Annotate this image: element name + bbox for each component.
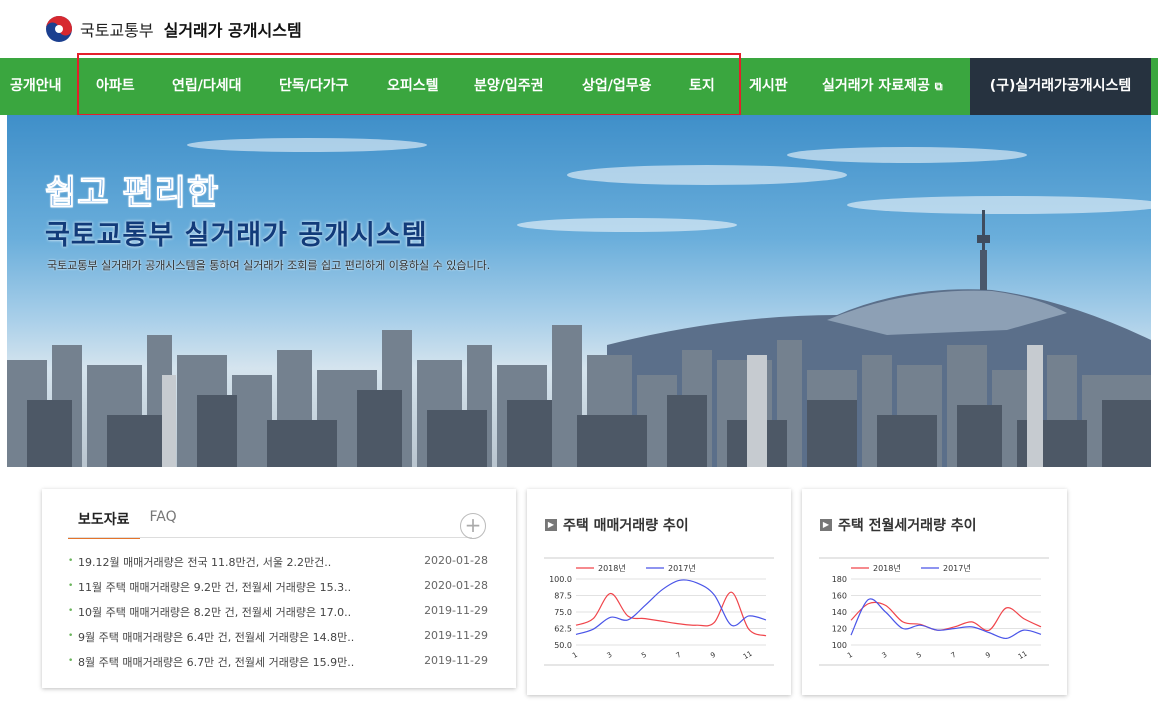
hero-title-line1: 쉽고 편리한 (44, 173, 220, 214)
nav-item-commercial[interactable]: 상업/업무용 (582, 58, 652, 115)
tab-press-release[interactable]: 보도자료 (68, 509, 140, 539)
press-release-panel: 보도자료 FAQ + • 19.12월 매매거래량은 전국 11.8만건, 서울 … (42, 489, 516, 688)
news-date: 2020-01-28 (424, 579, 488, 592)
y-tick-label: 100.0 (549, 575, 572, 584)
list-item[interactable]: • 8월 주택 매매거래량은 6.7만 건, 전월세 거래량은 15.9만.. 20… (68, 654, 488, 674)
old-system-link[interactable]: (구)실거래가공개시스템 (970, 58, 1151, 115)
x-tick-label: 9 (709, 651, 717, 660)
y-tick-label: 100 (832, 641, 847, 650)
news-tabs: 보도자료 FAQ (68, 509, 187, 539)
chart-header: ▶ 주택 전월세거래량 추이 (820, 515, 977, 535)
nav-item-data-provision[interactable]: 실거래가 자료제공 ⧉ (822, 58, 943, 115)
bullet-icon: • (68, 656, 74, 666)
sales-volume-line-chart: 2018년 2017년 100.0 87.5 75.0 62.5 50.01 3 5 7 9 11 (544, 557, 774, 666)
x-tick-label: 11 (742, 650, 754, 661)
bullet-icon: • (68, 556, 74, 566)
nav-item-presale[interactable]: 분양/입주권 (474, 58, 544, 115)
chart-header: ▶ 주택 매매거래량 추이 (545, 515, 689, 535)
list-item[interactable]: • 10월 주택 매매거래량은 8.2만 건, 전월세 거래량은 17.0.. 20… (68, 604, 488, 624)
news-title[interactable]: 9월 주택 매매거래량은 6.4만 건, 전월세 거래량은 14.8만.. (78, 629, 354, 645)
x-tick-label: 5 (640, 651, 648, 660)
x-tick-label: 3 (606, 651, 614, 660)
list-item[interactable]: • 19.12월 매매거래량은 전국 11.8만건, 서울 2.2만건.. 2020… (68, 554, 488, 574)
legend-label: 2017년 (668, 563, 696, 573)
news-date: 2019-11-29 (424, 654, 488, 667)
nav-item-board[interactable]: 게시판 (749, 58, 788, 115)
tab-faq[interactable]: FAQ (140, 509, 187, 539)
sales-volume-chart-card[interactable]: ▶ 주택 매매거래량 추이 2018년 2017년 100.0 87.5 75.0 62.… (527, 489, 791, 695)
x-tick-label: 7 (675, 651, 683, 660)
x-tick-label: 11 (1017, 650, 1029, 661)
series-line (850, 601, 1042, 632)
y-tick-label: 140 (832, 608, 847, 617)
news-date: 2020-01-28 (424, 554, 488, 567)
arrow-right-icon: ▶ (545, 519, 557, 531)
news-title[interactable]: 8월 주택 매매거래량은 6.7만 건, 전월세 거래량은 15.9만.. (78, 654, 354, 670)
series-line (575, 591, 767, 637)
bullet-icon: • (68, 606, 74, 616)
nav-item-data-provision-label: 실거래가 자료제공 (822, 78, 930, 94)
chart-title: 주택 매매거래량 추이 (563, 518, 689, 534)
x-tick-label: 1 (571, 651, 579, 660)
chart-title: 주택 전월세거래량 추이 (838, 518, 977, 534)
legend-label: 2017년 (943, 563, 971, 573)
nav-item-guide[interactable]: 공개안내 (10, 58, 62, 115)
nav-item-apartment[interactable]: 아파트 (96, 58, 135, 115)
main-nav: 공개안내 아파트 연립/다세대 단독/다가구 오피스텔 분양/입주권 상업/업무… (0, 58, 1158, 115)
x-tick-label: 7 (950, 651, 958, 660)
external-link-icon: ⧉ (934, 80, 943, 93)
nav-item-detached-house[interactable]: 단독/다가구 (279, 58, 349, 115)
list-item[interactable]: • 9월 주택 매매거래량은 6.4만 건, 전월세 거래량은 14.8만.. 20… (68, 629, 488, 649)
y-tick-label: 180 (832, 575, 847, 584)
plus-circle-icon[interactable]: + (460, 513, 486, 539)
logo-org-text: 국토교통부 (80, 21, 154, 40)
news-date: 2019-11-29 (424, 604, 488, 617)
site-header: 국토교통부 실거래가 공개시스템 (0, 0, 1158, 58)
news-title[interactable]: 10월 주택 매매거래량은 8.2만 건, 전월세 거래량은 17.0.. (78, 604, 351, 620)
y-tick-label: 160 (832, 592, 847, 601)
bullet-icon: • (68, 581, 74, 591)
y-tick-label: 50.0 (554, 641, 572, 650)
y-tick-label: 75.0 (554, 608, 572, 617)
taegeuk-logo-icon (46, 16, 72, 42)
rent-volume-line-chart: 2018년 2017년 180 160 140 120 1001 3 5 7 9 11 (819, 557, 1049, 666)
tab-divider (68, 537, 472, 538)
hero-title-line2: 국토교통부 실거래가 공개시스템 (45, 220, 428, 251)
x-tick-label: 1 (846, 651, 854, 660)
x-tick-label: 3 (881, 651, 889, 660)
series-line (850, 598, 1042, 640)
y-tick-label: 120 (832, 625, 847, 634)
news-date: 2019-11-29 (424, 629, 488, 642)
legend-label: 2018년 (873, 563, 901, 573)
rent-volume-chart-card[interactable]: ▶ 주택 전월세거래량 추이 2018년 2017년 180 160 140 120 100… (802, 489, 1067, 695)
x-tick-label: 9 (984, 651, 992, 660)
legend-label: 2018년 (598, 563, 626, 573)
y-tick-label: 62.5 (554, 625, 572, 634)
bullet-icon: • (68, 631, 74, 641)
news-title[interactable]: 19.12월 매매거래량은 전국 11.8만건, 서울 2.2만건.. (78, 554, 331, 570)
nav-item-officetel[interactable]: 오피스텔 (387, 58, 439, 115)
arrow-right-icon: ▶ (820, 519, 832, 531)
logo-system-text: 실거래가 공개시스템 (163, 21, 302, 40)
y-tick-label: 87.5 (554, 592, 572, 601)
series-line (575, 579, 767, 636)
x-tick-label: 5 (915, 651, 923, 660)
nav-item-row-house[interactable]: 연립/다세대 (172, 58, 242, 115)
list-item[interactable]: • 11월 주택 매매거래량은 9.2만 건, 전월세 거래량은 15.3.. 20… (68, 579, 488, 599)
nav-item-land[interactable]: 토지 (689, 58, 715, 115)
hero-banner: 쉽고 편리한 국토교통부 실거래가 공개시스템 국토교통부 실거래가 공개시스템… (7, 115, 1151, 467)
hero-description: 국토교통부 실거래가 공개시스템을 통하여 실거래가 조회를 쉽고 편리하게 이… (47, 259, 491, 272)
site-logo[interactable]: 국토교통부 실거래가 공개시스템 (44, 14, 302, 44)
news-title[interactable]: 11월 주택 매매거래량은 9.2만 건, 전월세 거래량은 15.3.. (78, 579, 351, 595)
